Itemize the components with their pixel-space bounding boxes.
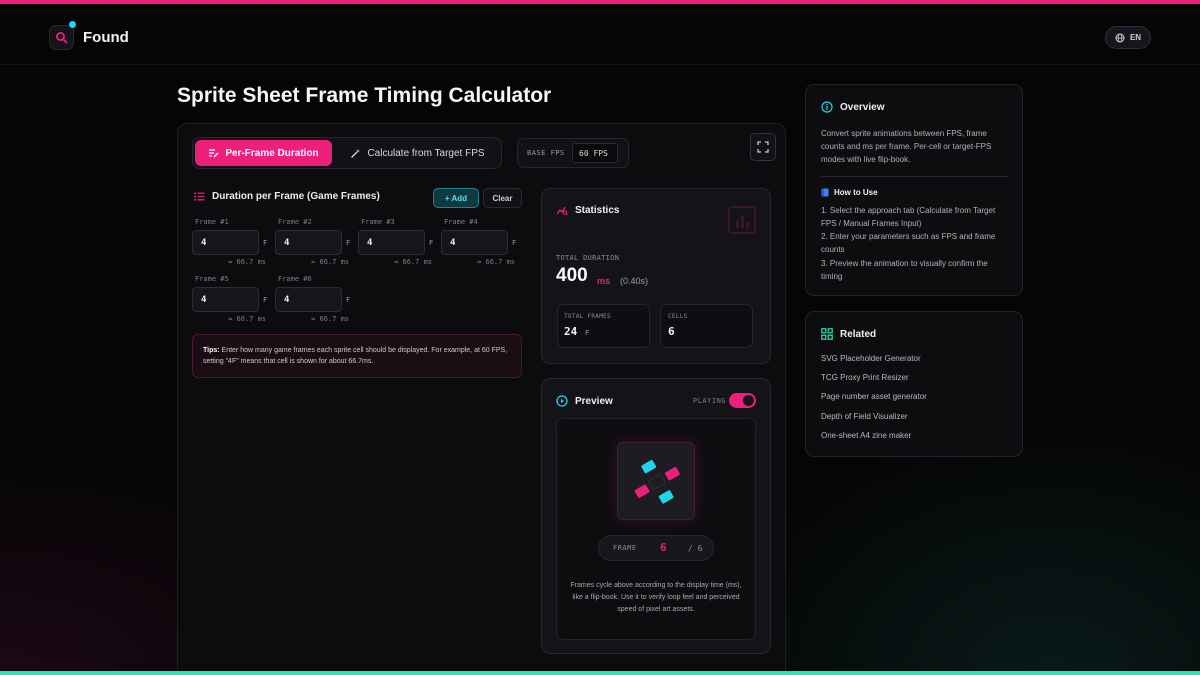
bar-chart-icon: [728, 206, 756, 234]
total-duration-unit: ms: [597, 276, 611, 286]
frame-ms: ≈ 66.7 ms: [228, 258, 266, 266]
frame-duration-input[interactable]: 4: [192, 287, 259, 312]
frame-duration-input[interactable]: 4: [358, 230, 425, 255]
tab-label: Calculate from Target FPS: [367, 147, 485, 159]
frame-counter-label: FRAME: [613, 544, 637, 552]
frame-duration-input[interactable]: 4: [275, 230, 342, 255]
info-icon: [821, 101, 833, 113]
toggle-knob: [743, 395, 754, 406]
language-button[interactable]: EN: [1105, 26, 1151, 49]
frame-duration-input[interactable]: 4: [441, 230, 508, 255]
frame-label: Frame #2: [278, 218, 312, 226]
list-icon: [194, 192, 205, 201]
sprite-canvas: [617, 442, 695, 520]
frame-unit: F: [429, 239, 434, 247]
frame-counter-total: / 6: [688, 544, 703, 553]
related-link[interactable]: TCG Proxy Print Resizer: [821, 373, 909, 382]
header-divider: [0, 64, 1200, 65]
cells-label: CELLS: [668, 313, 688, 320]
page-title: Sprite Sheet Frame Timing Calculator: [177, 84, 552, 107]
base-fps-select[interactable]: 60 FPS: [572, 143, 618, 163]
frame-unit: F: [263, 296, 268, 304]
tips-text: Enter how many game frames each sprite c…: [203, 347, 508, 365]
total-frames-value: 24: [564, 325, 578, 338]
overview-divider: [821, 176, 1008, 177]
frame-counter-current: 6: [660, 541, 667, 554]
tab-per-frame-duration[interactable]: Per-Frame Duration: [195, 140, 332, 166]
cells-value: 6: [668, 325, 675, 338]
total-duration-seconds: (0.40s): [620, 276, 649, 286]
language-label: EN: [1129, 33, 1142, 42]
play-circle-icon: [556, 395, 568, 407]
section-title-text: Duration per Frame (Game Frames): [212, 191, 380, 202]
logo-search-icon[interactable]: [49, 25, 74, 50]
total-frames-unit: F: [585, 329, 590, 337]
playing-label: PLAYING: [693, 397, 727, 405]
frame-label: Frame #6: [278, 275, 312, 283]
frame-unit: F: [263, 239, 268, 247]
tab-target-fps[interactable]: Calculate from Target FPS: [340, 140, 495, 166]
logo-dot: [69, 21, 76, 28]
how-to-use-text: How to Use: [834, 188, 878, 197]
related-title-text: Related: [840, 328, 877, 340]
related-link[interactable]: SVG Placeholder Generator: [821, 354, 921, 363]
total-duration-value: 400: [556, 265, 588, 286]
preview-title-text: Preview: [575, 395, 613, 407]
frame-ms: ≈ 66.7 ms: [477, 258, 515, 266]
how-to-step: 1. Select the approach tab (Calculate fr…: [821, 206, 996, 228]
chart-search-icon: [556, 206, 568, 216]
how-to-use-title: How to Use: [821, 188, 878, 197]
book-icon: [821, 188, 829, 197]
expand-icon: [757, 141, 769, 153]
top-accent-bar: [0, 0, 1200, 4]
magic-wand-icon: [351, 148, 361, 158]
grid-icon: [821, 328, 833, 340]
overview-text: Convert sprite animations between FPS, f…: [821, 129, 992, 164]
frame-unit: F: [346, 296, 351, 304]
related-link[interactable]: Page number asset generator: [821, 392, 927, 401]
related-link[interactable]: One-sheet A4 zine maker: [821, 431, 911, 440]
frame-ms: ≈ 66.7 ms: [394, 258, 432, 266]
base-fps-label: BASE FPS: [527, 149, 565, 157]
how-to-step: 2. Enter your parameters such as FPS and…: [821, 232, 996, 254]
tips-label: Tips:: [203, 347, 220, 354]
duration-section-title: Duration per Frame (Game Frames): [194, 191, 380, 202]
frame-duration-input[interactable]: 4: [275, 287, 342, 312]
related-title: Related: [821, 328, 876, 340]
frame-ms: ≈ 66.7 ms: [311, 258, 349, 266]
how-to-step: 3. Preview the animation to visually con…: [821, 259, 988, 281]
frame-label: Frame #5: [195, 275, 229, 283]
frame-label: Frame #1: [195, 218, 229, 226]
globe-icon: [1115, 33, 1125, 42]
total-duration-label: TOTAL DURATION: [556, 254, 620, 262]
frame-ms: ≈ 66.7 ms: [228, 315, 266, 323]
frame-unit: F: [512, 239, 517, 247]
preview-description: Frames cycle above according to the disp…: [570, 582, 742, 613]
statistics-title-text: Statistics: [575, 204, 620, 216]
overview-title-text: Overview: [840, 101, 885, 113]
overview-title: Overview: [821, 101, 884, 113]
tab-label: Per-Frame Duration: [225, 147, 319, 159]
frame-duration-input[interactable]: 4: [192, 230, 259, 255]
preview-title: Preview: [556, 395, 613, 407]
statistics-title: Statistics: [556, 204, 619, 216]
related-link[interactable]: Depth of Field Visualizer: [821, 412, 908, 421]
clear-frames-button[interactable]: Clear: [483, 188, 522, 208]
frame-label: Frame #4: [444, 218, 478, 226]
add-frame-button[interactable]: + Add: [433, 188, 479, 208]
brand-name[interactable]: Found: [83, 29, 129, 46]
sprite-frame-graphic: [634, 459, 680, 504]
frame-ms: ≈ 66.7 ms: [311, 315, 349, 323]
fullscreen-button[interactable]: [750, 133, 776, 161]
search-icon: [56, 32, 68, 44]
list-edit-icon: [209, 149, 219, 158]
frame-label: Frame #3: [361, 218, 395, 226]
bottom-accent-bar: [0, 671, 1200, 675]
total-frames-label: TOTAL FRAMES: [564, 313, 611, 320]
frame-unit: F: [346, 239, 351, 247]
tips-box: Tips: Enter how many game frames each sp…: [192, 334, 522, 378]
